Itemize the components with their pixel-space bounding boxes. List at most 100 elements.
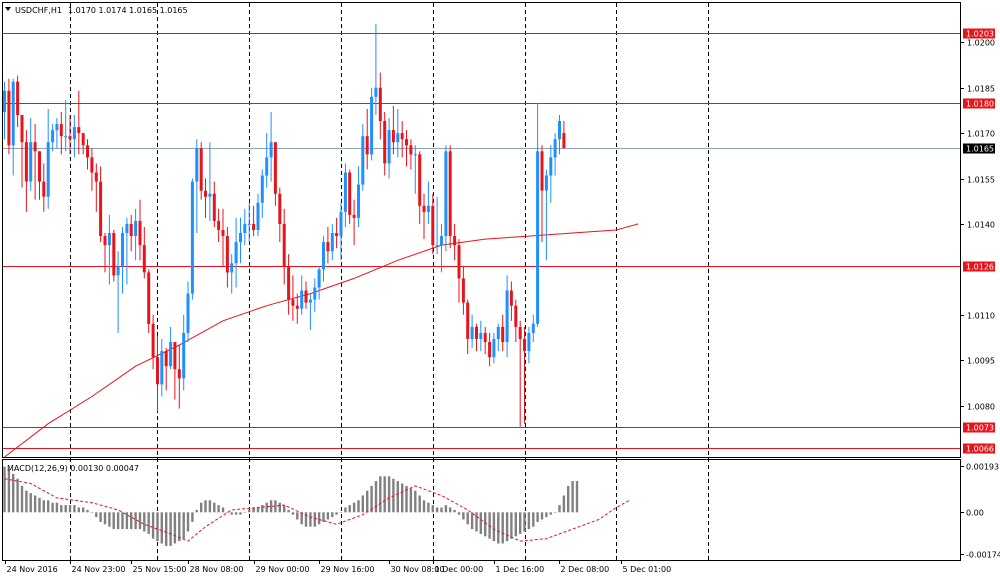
macd-bar [453,509,456,513]
candle-body [190,181,194,294]
candle-body [212,193,216,221]
macd-bar [147,512,150,534]
macd-bar [536,512,539,522]
macd-bar [549,512,552,515]
candle-body [199,148,203,191]
candle-body [383,121,387,164]
candle-body [405,139,408,146]
candle-body [470,326,474,339]
time-tick-label: 29 Nov 00:00 [256,565,310,574]
macd-bar [361,495,364,513]
candle-body [488,342,492,358]
macd-bar [95,512,98,518]
candle-body [396,133,400,143]
candle-body [387,130,391,164]
candle-body [169,342,173,367]
candle-body [343,172,347,212]
level-tag-label: 1.0180 [966,100,994,109]
macd-bar [466,512,469,525]
candle-body [107,233,111,246]
macd-bar [160,512,163,544]
candle-body [278,193,282,224]
candle-body [94,172,98,182]
candle-body [370,96,374,155]
macd-bar [387,476,391,513]
macd-bar [217,505,220,513]
macd-bar [366,490,369,513]
candle-body [300,290,304,309]
macd-panel[interactable] [2,459,961,561]
candle-body [400,133,404,140]
candle-body [177,369,181,379]
macd-bar [567,485,570,513]
macd-bar [204,500,207,513]
candle-body [247,223,251,225]
candle-body [239,233,242,243]
candle-body [260,175,264,203]
macd-bar [42,500,45,513]
macd-bar [191,512,194,522]
candle-body [492,339,496,358]
candle-body [221,230,225,237]
candle-body [562,133,566,149]
macd-bar [335,512,338,515]
candle-body [531,323,535,333]
candle-body [348,172,352,215]
candle-body [103,236,107,246]
macd-bar [265,502,268,513]
macd-bar [108,512,111,527]
candle-body [496,326,500,339]
candle-body [195,148,199,182]
candle-body [426,205,430,212]
candle-body [90,157,94,173]
macd-bar [383,476,386,513]
macd-bar [112,512,115,530]
macd-bar [208,500,212,513]
candle-body [138,220,142,246]
candle-body [46,142,50,197]
candle-body [252,223,256,230]
candle-body [357,184,360,218]
candle-body [11,81,15,146]
candle-body [42,181,46,197]
macd-bar [29,493,32,513]
candle-body [409,145,413,155]
price-tick-label: 1.0200 [967,39,995,48]
candle-body [544,175,548,191]
price-panel[interactable] [2,2,961,458]
candle-body [287,266,291,300]
macd-bar [47,500,50,513]
macd-bar [213,502,216,513]
macd-bar [165,512,168,546]
candle [112,230,116,282]
candle-body [151,323,155,358]
candle-body [313,287,317,300]
candle-body [134,220,138,236]
macd-bar [243,512,247,513]
candle-body [29,142,33,182]
candle-body [204,190,207,197]
candle-body [156,357,159,385]
candle-body [269,142,273,158]
candle-body [24,142,28,182]
macd-bar [484,512,487,537]
candle-body [483,332,487,342]
macd-bar [221,507,225,513]
candle-body [129,223,133,236]
macd-bar [195,509,198,513]
candle-body [16,81,20,115]
candle-body [273,142,277,194]
macd-bar [357,500,360,513]
candle-body [160,351,164,385]
level-tag-label: 1.0203 [966,30,994,39]
macd-bar [287,509,290,513]
candle-body [444,151,448,236]
macd-bar [414,490,417,513]
macd-tick-label: -0.00174 [966,551,1000,560]
macd-bar [331,512,334,518]
candle-body [234,242,238,264]
candle-body [295,305,299,309]
macd-bar [234,512,238,515]
candle-body [86,145,89,158]
macd-bar [532,512,535,527]
